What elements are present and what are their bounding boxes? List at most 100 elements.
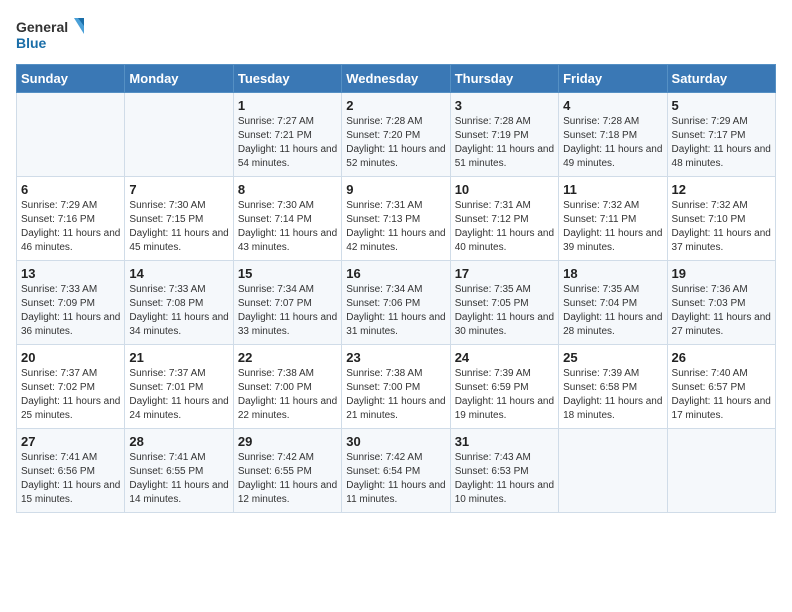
day-number: 17 (455, 266, 554, 281)
day-number: 21 (129, 350, 228, 365)
day-number: 31 (455, 434, 554, 449)
day-info: Sunrise: 7:42 AMSunset: 6:54 PMDaylight:… (346, 451, 445, 507)
day-info: Sunrise: 7:28 AMSunset: 7:19 PMDaylight:… (455, 115, 554, 171)
week-row-5: 27 Sunrise: 7:41 AMSunset: 6:56 PMDayligh… (17, 429, 776, 513)
calendar-cell: 23Sunrise: 7:38 AMSunset: 7:00 PMDayligh… (342, 345, 450, 429)
calendar-header-row: SundayMondayTuesdayWednesdayThursdayFrid… (17, 65, 776, 93)
logo: General Blue (16, 16, 86, 56)
day-number: 27 (21, 434, 120, 449)
calendar-cell: 28 Sunrise: 7:41 AMSunset: 6:55 PMDayligh… (125, 429, 233, 513)
day-number: 12 (672, 182, 771, 197)
calendar-cell: 20 Sunrise: 7:37 AMSunset: 7:02 PMDayligh… (17, 345, 125, 429)
page-header: General Blue (16, 16, 776, 56)
day-info: Sunrise: 7:30 AMSunset: 7:15 PMDaylight:… (129, 199, 228, 255)
day-number: 23 (346, 350, 445, 365)
calendar-cell: 4 Sunrise: 7:28 AMSunset: 7:18 PMDaylight… (559, 93, 667, 177)
calendar-cell: 7 Sunrise: 7:30 AMSunset: 7:15 PMDaylight… (125, 177, 233, 261)
day-number: 9 (346, 182, 445, 197)
col-header-wednesday: Wednesday (342, 65, 450, 93)
week-row-1: 1Sunrise: 7:27 AMSunset: 7:21 PMDaylight… (17, 93, 776, 177)
svg-text:Blue: Blue (16, 35, 47, 51)
day-info: Sunrise: 7:37 AMSunset: 7:01 PMDaylight:… (129, 367, 228, 423)
calendar-cell: 13 Sunrise: 7:33 AMSunset: 7:09 PMDayligh… (17, 261, 125, 345)
col-header-saturday: Saturday (667, 65, 775, 93)
week-row-4: 20 Sunrise: 7:37 AMSunset: 7:02 PMDayligh… (17, 345, 776, 429)
calendar-cell (667, 429, 775, 513)
day-info: Sunrise: 7:35 AMSunset: 7:04 PMDaylight:… (563, 283, 662, 339)
day-info: Sunrise: 7:37 AMSunset: 7:02 PMDaylight:… (21, 367, 120, 423)
week-row-2: 6Sunrise: 7:29 AMSunset: 7:16 PMDaylight… (17, 177, 776, 261)
calendar-cell: 10 Sunrise: 7:31 AMSunset: 7:12 PMDayligh… (450, 177, 558, 261)
calendar-cell: 17Sunrise: 7:35 AMSunset: 7:05 PMDayligh… (450, 261, 558, 345)
day-number: 25 (563, 350, 662, 365)
day-number: 8 (238, 182, 337, 197)
day-info: Sunrise: 7:28 AMSunset: 7:20 PMDaylight:… (346, 115, 445, 171)
day-number: 26 (672, 350, 771, 365)
day-number: 5 (672, 98, 771, 113)
calendar-cell: 3Sunrise: 7:28 AMSunset: 7:19 PMDaylight… (450, 93, 558, 177)
day-info: Sunrise: 7:42 AMSunset: 6:55 PMDaylight:… (238, 451, 337, 507)
col-header-tuesday: Tuesday (233, 65, 341, 93)
calendar-cell: 31 Sunrise: 7:43 AMSunset: 6:53 PMDayligh… (450, 429, 558, 513)
day-info: Sunrise: 7:29 AMSunset: 7:17 PMDaylight:… (672, 115, 771, 171)
day-number: 15 (238, 266, 337, 281)
calendar-cell: 6Sunrise: 7:29 AMSunset: 7:16 PMDaylight… (17, 177, 125, 261)
calendar-cell: 30 Sunrise: 7:42 AMSunset: 6:54 PMDayligh… (342, 429, 450, 513)
day-info: Sunrise: 7:41 AMSunset: 6:55 PMDaylight:… (129, 451, 228, 507)
day-info: Sunrise: 7:36 AMSunset: 7:03 PMDaylight:… (672, 283, 771, 339)
calendar-cell: 27 Sunrise: 7:41 AMSunset: 6:56 PMDayligh… (17, 429, 125, 513)
svg-text:General: General (16, 19, 68, 35)
col-header-sunday: Sunday (17, 65, 125, 93)
day-number: 28 (129, 434, 228, 449)
day-number: 13 (21, 266, 120, 281)
day-number: 7 (129, 182, 228, 197)
calendar-table: SundayMondayTuesdayWednesdayThursdayFrid… (16, 64, 776, 513)
day-info: Sunrise: 7:32 AMSunset: 7:11 PMDaylight:… (563, 199, 662, 255)
day-info: Sunrise: 7:31 AMSunset: 7:12 PMDaylight:… (455, 199, 554, 255)
calendar-cell: 14Sunrise: 7:33 AMSunset: 7:08 PMDayligh… (125, 261, 233, 345)
day-number: 10 (455, 182, 554, 197)
calendar-cell: 2 Sunrise: 7:28 AMSunset: 7:20 PMDaylight… (342, 93, 450, 177)
day-number: 2 (346, 98, 445, 113)
calendar-cell: 19 Sunrise: 7:36 AMSunset: 7:03 PMDayligh… (667, 261, 775, 345)
week-row-3: 13 Sunrise: 7:33 AMSunset: 7:09 PMDayligh… (17, 261, 776, 345)
day-number: 19 (672, 266, 771, 281)
day-number: 24 (455, 350, 554, 365)
day-info: Sunrise: 7:28 AMSunset: 7:18 PMDaylight:… (563, 115, 662, 171)
calendar-cell: 12 Sunrise: 7:32 AMSunset: 7:10 PMDayligh… (667, 177, 775, 261)
calendar-cell: 22Sunrise: 7:38 AMSunset: 7:00 PMDayligh… (233, 345, 341, 429)
day-number: 18 (563, 266, 662, 281)
day-number: 16 (346, 266, 445, 281)
calendar-cell: 24Sunrise: 7:39 AMSunset: 6:59 PMDayligh… (450, 345, 558, 429)
col-header-monday: Monday (125, 65, 233, 93)
day-number: 29 (238, 434, 337, 449)
day-info: Sunrise: 7:33 AMSunset: 7:09 PMDaylight:… (21, 283, 120, 339)
calendar-cell: 21 Sunrise: 7:37 AMSunset: 7:01 PMDayligh… (125, 345, 233, 429)
calendar-cell: 25 Sunrise: 7:39 AMSunset: 6:58 PMDayligh… (559, 345, 667, 429)
day-number: 20 (21, 350, 120, 365)
calendar-cell: 11 Sunrise: 7:32 AMSunset: 7:11 PMDayligh… (559, 177, 667, 261)
day-number: 11 (563, 182, 662, 197)
calendar-cell: 26 Sunrise: 7:40 AMSunset: 6:57 PMDayligh… (667, 345, 775, 429)
day-info: Sunrise: 7:34 AMSunset: 7:06 PMDaylight:… (346, 283, 445, 339)
day-info: Sunrise: 7:43 AMSunset: 6:53 PMDaylight:… (455, 451, 554, 507)
day-info: Sunrise: 7:39 AMSunset: 6:58 PMDaylight:… (563, 367, 662, 423)
day-number: 1 (238, 98, 337, 113)
day-info: Sunrise: 7:41 AMSunset: 6:56 PMDaylight:… (21, 451, 120, 507)
calendar-cell (17, 93, 125, 177)
day-info: Sunrise: 7:32 AMSunset: 7:10 PMDaylight:… (672, 199, 771, 255)
day-number: 30 (346, 434, 445, 449)
calendar-cell: 29 Sunrise: 7:42 AMSunset: 6:55 PMDayligh… (233, 429, 341, 513)
day-number: 4 (563, 98, 662, 113)
logo-svg: General Blue (16, 16, 86, 56)
day-info: Sunrise: 7:31 AMSunset: 7:13 PMDaylight:… (346, 199, 445, 255)
day-number: 6 (21, 182, 120, 197)
day-info: Sunrise: 7:40 AMSunset: 6:57 PMDaylight:… (672, 367, 771, 423)
calendar-cell (125, 93, 233, 177)
calendar-cell: 9 Sunrise: 7:31 AMSunset: 7:13 PMDaylight… (342, 177, 450, 261)
col-header-friday: Friday (559, 65, 667, 93)
day-info: Sunrise: 7:34 AMSunset: 7:07 PMDaylight:… (238, 283, 337, 339)
day-info: Sunrise: 7:30 AMSunset: 7:14 PMDaylight:… (238, 199, 337, 255)
day-info: Sunrise: 7:33 AMSunset: 7:08 PMDaylight:… (129, 283, 228, 339)
col-header-thursday: Thursday (450, 65, 558, 93)
